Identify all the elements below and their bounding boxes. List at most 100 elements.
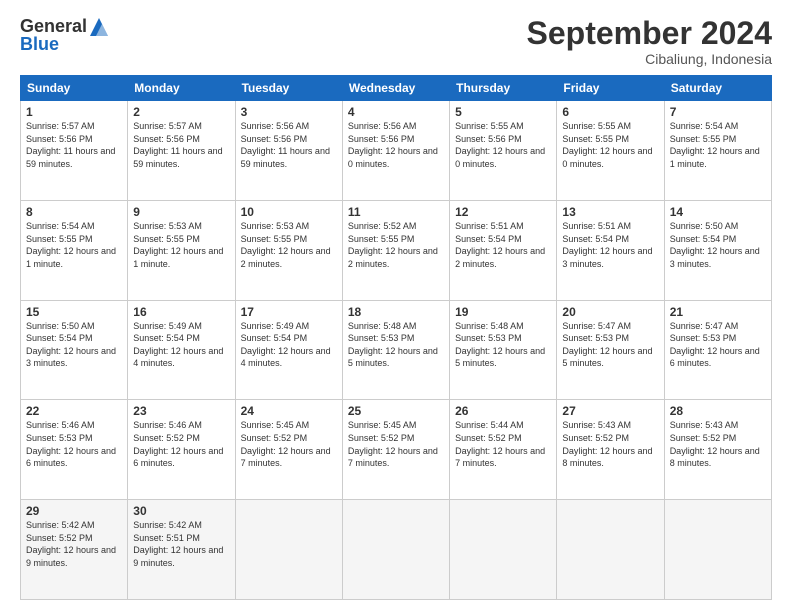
day-number: 21: [670, 305, 766, 319]
day-info: Sunrise: 5:56 AM Sunset: 5:56 PM Dayligh…: [241, 120, 337, 170]
day-number: 4: [348, 105, 444, 119]
week-row-5: 29Sunrise: 5:42 AM Sunset: 5:52 PM Dayli…: [21, 500, 772, 600]
day-cell: 7Sunrise: 5:54 AM Sunset: 5:55 PM Daylig…: [664, 101, 771, 201]
day-info: Sunrise: 5:49 AM Sunset: 5:54 PM Dayligh…: [133, 320, 229, 370]
week-row-1: 1Sunrise: 5:57 AM Sunset: 5:56 PM Daylig…: [21, 101, 772, 201]
month-title: September 2024: [527, 16, 772, 51]
day-info: Sunrise: 5:46 AM Sunset: 5:53 PM Dayligh…: [26, 419, 122, 469]
day-cell: 25Sunrise: 5:45 AM Sunset: 5:52 PM Dayli…: [342, 400, 449, 500]
col-header-tuesday: Tuesday: [235, 76, 342, 101]
day-cell: 2Sunrise: 5:57 AM Sunset: 5:56 PM Daylig…: [128, 101, 235, 201]
calendar-table: SundayMondayTuesdayWednesdayThursdayFrid…: [20, 75, 772, 600]
day-cell: 5Sunrise: 5:55 AM Sunset: 5:56 PM Daylig…: [450, 101, 557, 201]
day-number: 6: [562, 105, 658, 119]
col-header-sunday: Sunday: [21, 76, 128, 101]
day-number: 30: [133, 504, 229, 518]
day-number: 5: [455, 105, 551, 119]
day-cell: 20Sunrise: 5:47 AM Sunset: 5:53 PM Dayli…: [557, 300, 664, 400]
day-number: 20: [562, 305, 658, 319]
day-number: 25: [348, 404, 444, 418]
day-cell: 19Sunrise: 5:48 AM Sunset: 5:53 PM Dayli…: [450, 300, 557, 400]
day-number: 29: [26, 504, 122, 518]
day-info: Sunrise: 5:49 AM Sunset: 5:54 PM Dayligh…: [241, 320, 337, 370]
day-number: 18: [348, 305, 444, 319]
day-number: 17: [241, 305, 337, 319]
day-cell: 24Sunrise: 5:45 AM Sunset: 5:52 PM Dayli…: [235, 400, 342, 500]
day-info: Sunrise: 5:44 AM Sunset: 5:52 PM Dayligh…: [455, 419, 551, 469]
day-cell: 29Sunrise: 5:42 AM Sunset: 5:52 PM Dayli…: [21, 500, 128, 600]
day-info: Sunrise: 5:48 AM Sunset: 5:53 PM Dayligh…: [455, 320, 551, 370]
col-header-saturday: Saturday: [664, 76, 771, 101]
day-info: Sunrise: 5:57 AM Sunset: 5:56 PM Dayligh…: [133, 120, 229, 170]
day-cell: [235, 500, 342, 600]
day-cell: 11Sunrise: 5:52 AM Sunset: 5:55 PM Dayli…: [342, 200, 449, 300]
day-number: 22: [26, 404, 122, 418]
day-cell: 8Sunrise: 5:54 AM Sunset: 5:55 PM Daylig…: [21, 200, 128, 300]
day-number: 14: [670, 205, 766, 219]
day-info: Sunrise: 5:52 AM Sunset: 5:55 PM Dayligh…: [348, 220, 444, 270]
col-header-thursday: Thursday: [450, 76, 557, 101]
header: General Blue September 2024 Cibaliung, I…: [20, 16, 772, 67]
day-cell: 23Sunrise: 5:46 AM Sunset: 5:52 PM Dayli…: [128, 400, 235, 500]
day-number: 2: [133, 105, 229, 119]
col-header-friday: Friday: [557, 76, 664, 101]
day-info: Sunrise: 5:43 AM Sunset: 5:52 PM Dayligh…: [562, 419, 658, 469]
day-info: Sunrise: 5:54 AM Sunset: 5:55 PM Dayligh…: [670, 120, 766, 170]
day-cell: 6Sunrise: 5:55 AM Sunset: 5:55 PM Daylig…: [557, 101, 664, 201]
day-cell: 17Sunrise: 5:49 AM Sunset: 5:54 PM Dayli…: [235, 300, 342, 400]
day-info: Sunrise: 5:47 AM Sunset: 5:53 PM Dayligh…: [670, 320, 766, 370]
day-info: Sunrise: 5:45 AM Sunset: 5:52 PM Dayligh…: [241, 419, 337, 469]
day-cell: [557, 500, 664, 600]
day-info: Sunrise: 5:53 AM Sunset: 5:55 PM Dayligh…: [133, 220, 229, 270]
location: Cibaliung, Indonesia: [527, 51, 772, 67]
day-number: 9: [133, 205, 229, 219]
day-cell: 15Sunrise: 5:50 AM Sunset: 5:54 PM Dayli…: [21, 300, 128, 400]
day-number: 11: [348, 205, 444, 219]
day-number: 12: [455, 205, 551, 219]
day-number: 26: [455, 404, 551, 418]
day-cell: [664, 500, 771, 600]
day-cell: [450, 500, 557, 600]
col-header-wednesday: Wednesday: [342, 76, 449, 101]
day-info: Sunrise: 5:43 AM Sunset: 5:52 PM Dayligh…: [670, 419, 766, 469]
day-number: 1: [26, 105, 122, 119]
day-cell: 28Sunrise: 5:43 AM Sunset: 5:52 PM Dayli…: [664, 400, 771, 500]
day-info: Sunrise: 5:56 AM Sunset: 5:56 PM Dayligh…: [348, 120, 444, 170]
calendar-header-row: SundayMondayTuesdayWednesdayThursdayFrid…: [21, 76, 772, 101]
day-number: 7: [670, 105, 766, 119]
day-info: Sunrise: 5:50 AM Sunset: 5:54 PM Dayligh…: [670, 220, 766, 270]
day-number: 13: [562, 205, 658, 219]
title-block: September 2024 Cibaliung, Indonesia: [527, 16, 772, 67]
day-cell: 22Sunrise: 5:46 AM Sunset: 5:53 PM Dayli…: [21, 400, 128, 500]
day-number: 8: [26, 205, 122, 219]
day-info: Sunrise: 5:55 AM Sunset: 5:55 PM Dayligh…: [562, 120, 658, 170]
day-info: Sunrise: 5:54 AM Sunset: 5:55 PM Dayligh…: [26, 220, 122, 270]
day-cell: [342, 500, 449, 600]
day-number: 28: [670, 404, 766, 418]
day-info: Sunrise: 5:51 AM Sunset: 5:54 PM Dayligh…: [455, 220, 551, 270]
day-cell: 30Sunrise: 5:42 AM Sunset: 5:51 PM Dayli…: [128, 500, 235, 600]
day-number: 24: [241, 404, 337, 418]
day-cell: 12Sunrise: 5:51 AM Sunset: 5:54 PM Dayli…: [450, 200, 557, 300]
day-number: 3: [241, 105, 337, 119]
day-cell: 9Sunrise: 5:53 AM Sunset: 5:55 PM Daylig…: [128, 200, 235, 300]
day-cell: 10Sunrise: 5:53 AM Sunset: 5:55 PM Dayli…: [235, 200, 342, 300]
col-header-monday: Monday: [128, 76, 235, 101]
day-info: Sunrise: 5:51 AM Sunset: 5:54 PM Dayligh…: [562, 220, 658, 270]
day-cell: 13Sunrise: 5:51 AM Sunset: 5:54 PM Dayli…: [557, 200, 664, 300]
day-cell: 27Sunrise: 5:43 AM Sunset: 5:52 PM Dayli…: [557, 400, 664, 500]
day-cell: 4Sunrise: 5:56 AM Sunset: 5:56 PM Daylig…: [342, 101, 449, 201]
week-row-3: 15Sunrise: 5:50 AM Sunset: 5:54 PM Dayli…: [21, 300, 772, 400]
day-info: Sunrise: 5:55 AM Sunset: 5:56 PM Dayligh…: [455, 120, 551, 170]
day-info: Sunrise: 5:57 AM Sunset: 5:56 PM Dayligh…: [26, 120, 122, 170]
day-info: Sunrise: 5:53 AM Sunset: 5:55 PM Dayligh…: [241, 220, 337, 270]
day-number: 23: [133, 404, 229, 418]
day-cell: 21Sunrise: 5:47 AM Sunset: 5:53 PM Dayli…: [664, 300, 771, 400]
day-info: Sunrise: 5:42 AM Sunset: 5:52 PM Dayligh…: [26, 519, 122, 569]
logo: General Blue: [20, 16, 110, 55]
day-number: 15: [26, 305, 122, 319]
day-number: 27: [562, 404, 658, 418]
day-cell: 26Sunrise: 5:44 AM Sunset: 5:52 PM Dayli…: [450, 400, 557, 500]
day-info: Sunrise: 5:50 AM Sunset: 5:54 PM Dayligh…: [26, 320, 122, 370]
day-number: 19: [455, 305, 551, 319]
